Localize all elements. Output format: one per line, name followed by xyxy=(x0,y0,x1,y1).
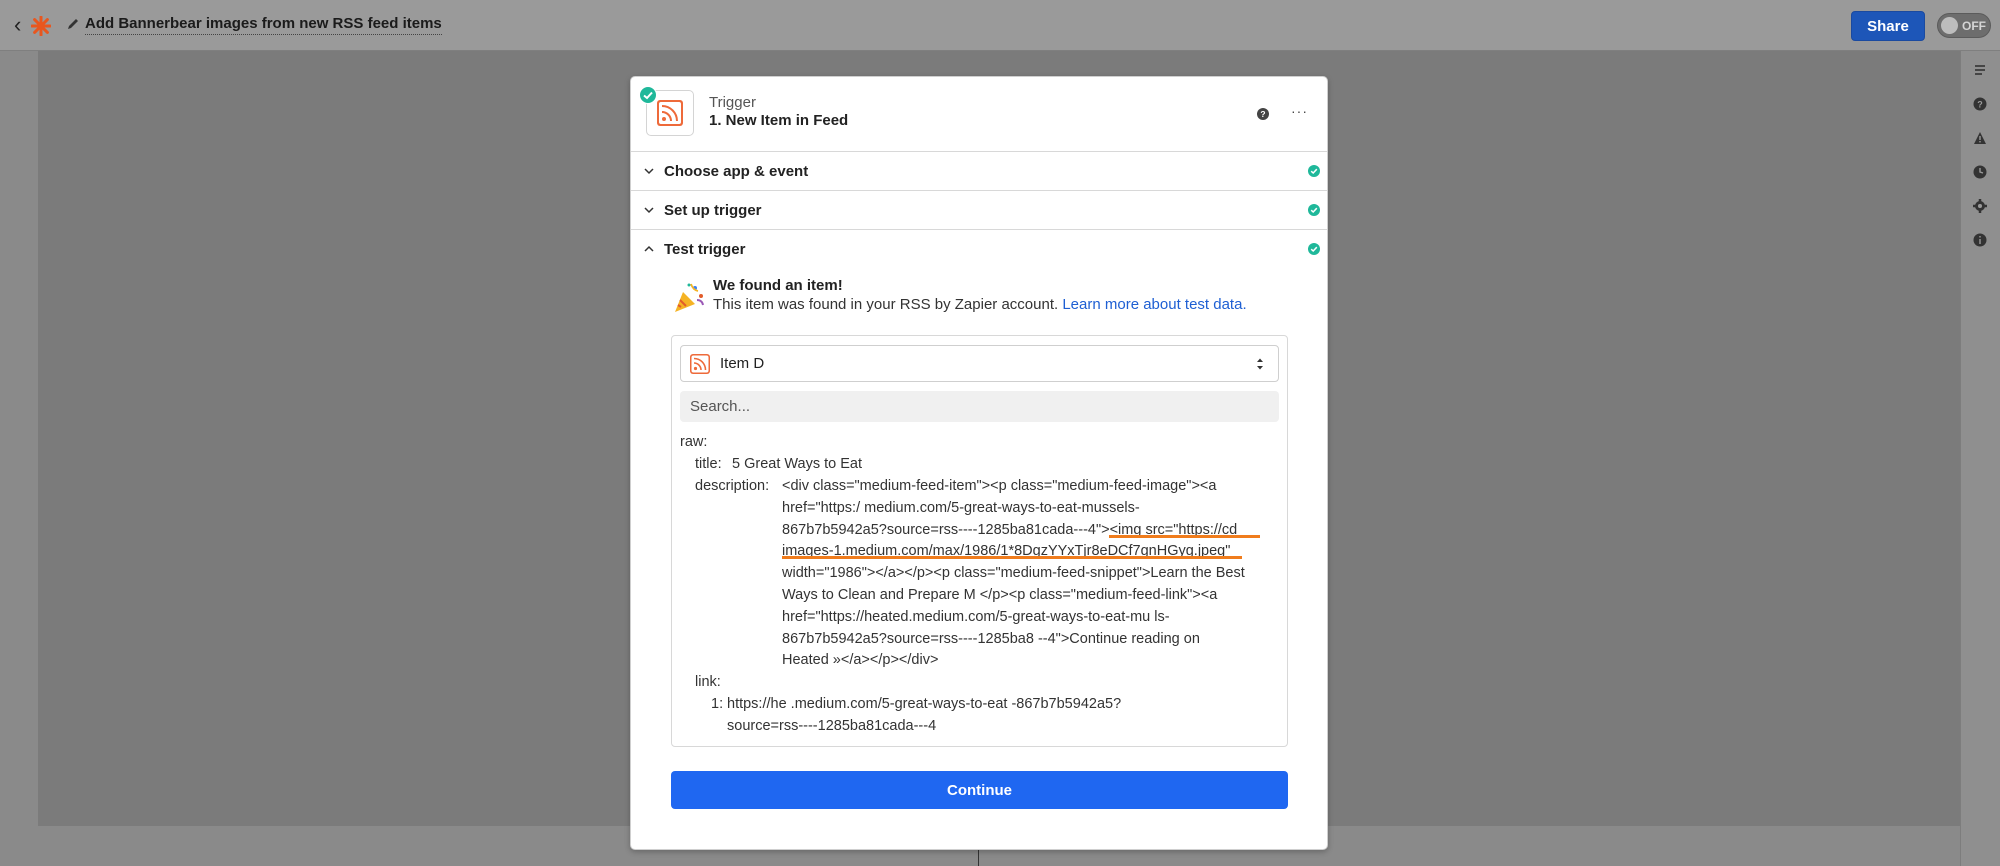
section-set-up-trigger[interactable]: Set up trigger xyxy=(631,191,1327,230)
learn-more-link[interactable]: Learn more about test data. xyxy=(1062,296,1246,313)
outline-icon[interactable] xyxy=(1973,63,1987,77)
section-title: Choose app & event xyxy=(664,163,809,180)
share-button[interactable]: Share xyxy=(1851,11,1925,41)
raw-key: raw: xyxy=(680,434,708,450)
link-index: 1: xyxy=(711,696,724,712)
description-value[interactable]: <div class="medium-feed-item"><p class="… xyxy=(782,476,1262,672)
more-options-icon[interactable]: ··· xyxy=(1291,103,1308,119)
description-line: href="https:/ medium.com/5-great-ways-to… xyxy=(782,499,1140,516)
title-value[interactable]: 5 Great Ways to Eat xyxy=(732,454,862,476)
section-title: Set up trigger xyxy=(664,202,762,219)
check-circle-icon xyxy=(1308,204,1320,216)
toggle-knob xyxy=(1941,17,1958,34)
section-test-trigger[interactable]: Test trigger xyxy=(631,230,1327,268)
test-data-panel: Item D raw: title: 5 Great Ways to Eat d… xyxy=(671,335,1288,747)
continue-button[interactable]: Continue xyxy=(671,771,1288,809)
chevron-down-icon xyxy=(644,168,654,175)
found-text: This item was found in your RSS by Zapie… xyxy=(713,296,1247,313)
pencil-icon[interactable] xyxy=(66,17,80,31)
chevron-up-icon xyxy=(644,245,654,252)
chevron-down-icon xyxy=(644,207,654,214)
zap-on-off-toggle[interactable]: OFF xyxy=(1937,13,1991,38)
image-url-underline xyxy=(1109,535,1260,538)
svg-text:?: ? xyxy=(1260,109,1265,119)
selected-item: Item D xyxy=(720,355,765,372)
toggle-label: OFF xyxy=(1962,19,1986,33)
step-type-label: Trigger xyxy=(709,94,756,111)
description-line: Heated »</a></p></div> xyxy=(782,652,939,669)
link-value-line[interactable]: source=rss----1285ba81cada---4 xyxy=(727,716,936,738)
step-header[interactable]: Trigger 1. New Item in Feed ? ··· xyxy=(631,77,1327,152)
check-circle-icon xyxy=(1308,243,1320,255)
section-choose-app-event[interactable]: Choose app & event xyxy=(631,152,1327,191)
description-line: width="1986"></a></p><p class="medium-fe… xyxy=(782,565,1245,582)
right-rail: ? xyxy=(1960,51,2000,866)
step-name: 1. New Item in Feed xyxy=(709,112,849,129)
warning-icon[interactable] xyxy=(1973,131,1987,145)
trigger-step-card: Trigger 1. New Item in Feed ? ··· Choose… xyxy=(630,76,1328,850)
check-circle-icon xyxy=(1308,165,1320,177)
zapier-logo-icon[interactable] xyxy=(31,16,51,36)
description-line: 867b7b5942a5?source=rss----1285ba8 --4">… xyxy=(782,630,1200,647)
settings-gear-icon[interactable] xyxy=(1973,199,1987,213)
description-line: images-1.medium.com/max/1986/1*8DgzYYxTj… xyxy=(782,543,1231,560)
help-circle-icon[interactable]: ? xyxy=(1973,97,1987,111)
description-line: <div class="medium-feed-item"><p class="… xyxy=(782,478,1217,494)
svg-text:?: ? xyxy=(1977,100,1983,110)
image-url-underline xyxy=(782,556,1242,559)
history-icon[interactable] xyxy=(1973,165,1987,179)
info-icon[interactable] xyxy=(1973,233,1987,247)
party-popper-icon xyxy=(675,283,704,312)
description-line: 867b7b5942a5?source=rss----1285ba81cada-… xyxy=(782,521,1238,538)
title-key: title: xyxy=(695,456,722,472)
found-title: We found an item! xyxy=(713,277,843,294)
section-title: Test trigger xyxy=(664,241,746,258)
rss-icon xyxy=(690,354,710,374)
rss-icon xyxy=(657,100,683,126)
description-line: href="https://heated.medium.com/5-great-… xyxy=(782,608,1170,625)
description-key: description: xyxy=(695,478,770,494)
back-chevron-icon[interactable]: ‹ xyxy=(14,14,21,36)
step-connector xyxy=(978,848,979,866)
top-bar: ‹ Add Bannerbear images from new RSS fee… xyxy=(0,0,2000,51)
help-icon[interactable]: ? xyxy=(1257,108,1269,120)
zap-title[interactable]: Add Bannerbear images from new RSS feed … xyxy=(85,14,442,35)
item-select[interactable]: Item D xyxy=(680,345,1279,382)
link-value-line[interactable]: https://he .medium.com/5-great-ways-to-e… xyxy=(727,694,1121,716)
check-circle-icon xyxy=(639,86,657,104)
found-description: This item was found in your RSS by Zapie… xyxy=(713,296,1059,313)
description-line: Ways to Clean and Prepare M </p><p class… xyxy=(782,586,1218,603)
search-input[interactable] xyxy=(680,391,1279,422)
link-key: link: xyxy=(695,674,721,690)
sort-arrows-icon xyxy=(1257,358,1263,370)
